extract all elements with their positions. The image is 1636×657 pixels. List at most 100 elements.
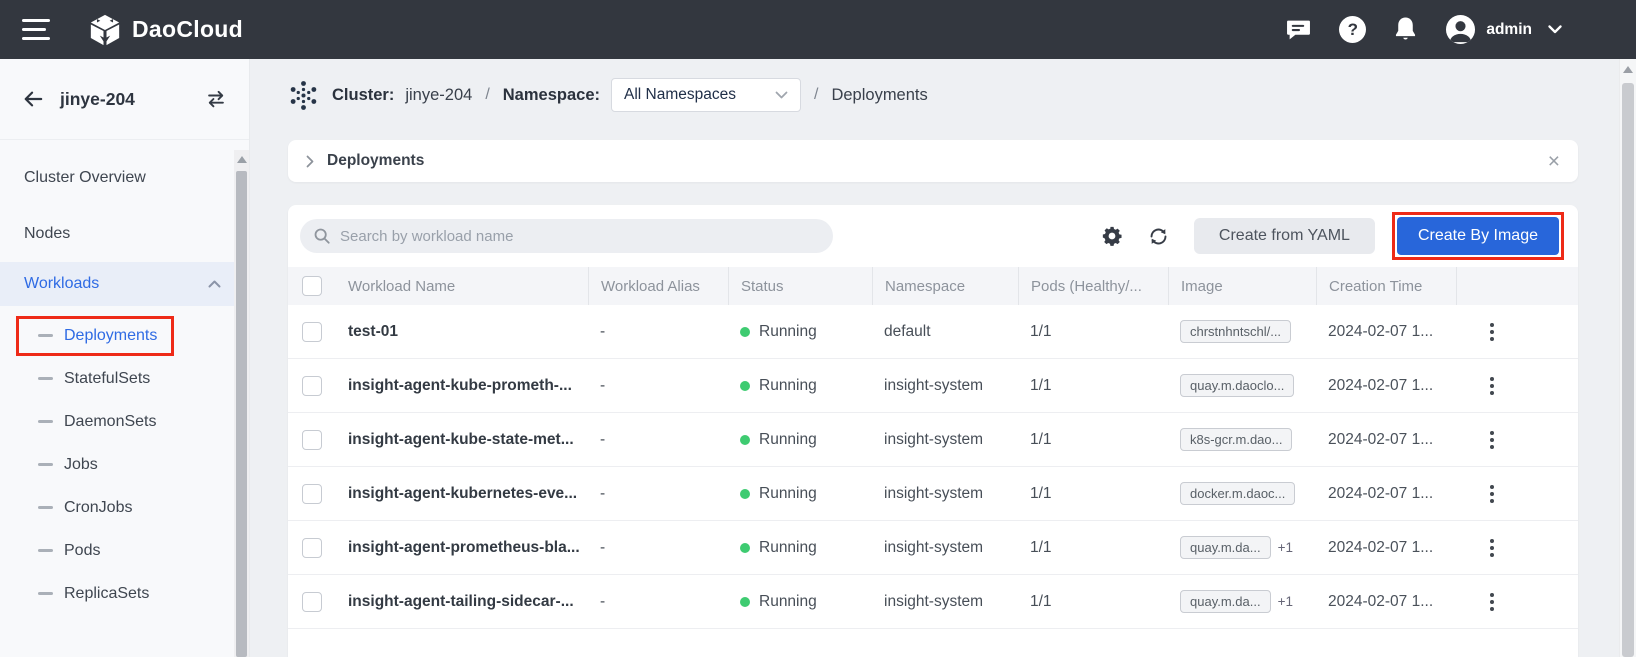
status-text: Running [759, 593, 817, 611]
namespace-select[interactable]: All Namespaces [611, 78, 801, 112]
sidebar-item-daemonsets[interactable]: DaemonSets [0, 400, 249, 443]
table-row: insight-agent-prometheus-bla... - Runnin… [288, 521, 1578, 575]
search-box[interactable] [300, 219, 833, 253]
sidebar-item-jobs[interactable]: Jobs [0, 443, 249, 486]
column-header-workload-name: Workload Name [336, 278, 588, 295]
sidebar-subitem-label: CronJobs [64, 499, 132, 517]
workload-name-link[interactable]: test-01 [348, 323, 398, 340]
scroll-up-arrow-icon[interactable] [237, 156, 247, 163]
sidebar-item-label: Nodes [24, 225, 70, 243]
settings-gear-icon[interactable] [1101, 225, 1123, 247]
sidebar-nav: Cluster Overview Nodes Workloads Deploym… [0, 140, 249, 615]
dash-icon [38, 506, 53, 509]
sidebar-item-cronjobs[interactable]: CronJobs [0, 486, 249, 529]
status-dot [740, 489, 750, 499]
page-scrollbar-thumb[interactable] [1622, 83, 1634, 657]
pods-value: 1/1 [1030, 593, 1052, 610]
messages-icon[interactable] [1285, 17, 1312, 42]
user-chevron-down-icon [1548, 25, 1562, 34]
workloads-card: Create from YAML Create By Image Workloa… [288, 205, 1578, 657]
status-text: Running [759, 431, 817, 449]
status-dot [740, 327, 750, 337]
column-header-image: Image [1168, 267, 1316, 305]
refresh-icon[interactable] [1148, 226, 1169, 247]
menu-icon[interactable] [22, 19, 50, 40]
avatar [1445, 14, 1476, 45]
dash-icon [38, 420, 53, 423]
dash-icon [38, 463, 53, 466]
table-row: test-01 - Running default 1/1 chrstnhnts… [288, 305, 1578, 359]
sidebar-item-pods[interactable]: Pods [0, 529, 249, 572]
workload-alias: - [600, 431, 605, 448]
namespace-value: insight-system [884, 377, 983, 394]
row-actions-kebab-icon[interactable] [1490, 323, 1494, 341]
creation-time: 2024-02-07 1... [1328, 377, 1433, 394]
user-menu[interactable]: admin [1445, 14, 1562, 45]
notifications-bell-icon[interactable] [1393, 16, 1418, 43]
select-all-checkbox[interactable] [302, 276, 322, 296]
sidebar-item-statefulsets[interactable]: StatefulSets [0, 357, 249, 400]
back-arrow-icon[interactable] [22, 89, 44, 109]
pods-value: 1/1 [1030, 323, 1052, 340]
workload-alias: - [600, 539, 605, 556]
workload-name-link[interactable]: insight-agent-tailing-sidecar-... [348, 593, 574, 610]
creation-time: 2024-02-07 1... [1328, 431, 1433, 448]
search-icon [313, 227, 331, 245]
breadcrumb-separator: / [812, 86, 820, 104]
table-row: insight-agent-kube-prometh-... - Running… [288, 359, 1578, 413]
sidebar-subitem-label: Deployments [64, 327, 157, 345]
create-by-image-button[interactable]: Create By Image [1397, 217, 1559, 255]
search-input[interactable] [340, 228, 820, 245]
image-chip: quay.m.da... [1180, 536, 1271, 559]
workload-name-link[interactable]: insight-agent-prometheus-bla... [348, 539, 580, 556]
sidebar-item-nodes[interactable]: Nodes [0, 206, 249, 262]
workload-name-link[interactable]: insight-agent-kubernetes-eve... [348, 485, 577, 502]
sidebar: jinye-204 Cluster Overview Nodes Workloa… [0, 59, 250, 657]
switch-cluster-icon[interactable] [205, 88, 227, 110]
row-checkbox[interactable] [302, 484, 322, 504]
sidebar-item-cluster-overview[interactable]: Cluster Overview [0, 150, 249, 206]
row-checkbox[interactable] [302, 376, 322, 396]
image-chip: chrstnhntschl/... [1180, 320, 1291, 343]
status-text: Running [759, 377, 817, 395]
image-chip: quay.m.daoclo... [1180, 374, 1294, 397]
row-checkbox[interactable] [302, 592, 322, 612]
row-checkbox[interactable] [302, 322, 322, 342]
workload-name-link[interactable]: insight-agent-kube-prometh-... [348, 377, 572, 394]
namespace-value: default [884, 323, 931, 340]
close-icon[interactable]: × [1548, 151, 1560, 172]
deployments-panel-bar[interactable]: Deployments × [288, 140, 1578, 182]
cluster-dots-icon [288, 80, 319, 111]
topbar-actions: ? admin [1285, 14, 1562, 45]
row-checkbox[interactable] [302, 538, 322, 558]
column-header-workload-alias: Workload Alias [588, 267, 728, 305]
sidebar-item-deployments[interactable]: Deployments [0, 314, 249, 357]
workload-name-link[interactable]: insight-agent-kube-state-met... [348, 431, 574, 448]
help-icon[interactable]: ? [1339, 16, 1366, 43]
row-actions-kebab-icon[interactable] [1490, 593, 1494, 611]
daocloud-cube-icon [88, 13, 122, 47]
sidebar-item-workloads[interactable]: Workloads [0, 262, 249, 306]
sidebar-item-replicasets[interactable]: ReplicaSets [0, 572, 249, 615]
dash-icon [38, 377, 53, 380]
row-actions-kebab-icon[interactable] [1490, 377, 1494, 395]
scroll-up-arrow-icon[interactable] [1623, 66, 1633, 73]
column-header-actions [1456, 267, 1578, 305]
row-actions-kebab-icon[interactable] [1490, 539, 1494, 557]
image-extra-count: +1 [1278, 594, 1293, 609]
namespace-value: insight-system [884, 593, 983, 610]
sidebar-scrollbar-thumb[interactable] [236, 171, 247, 657]
row-actions-kebab-icon[interactable] [1490, 431, 1494, 449]
brand-name: DaoCloud [132, 16, 243, 43]
sidebar-scrollbar[interactable] [234, 150, 249, 657]
cluster-value[interactable]: jinye-204 [405, 86, 472, 105]
row-checkbox[interactable] [302, 430, 322, 450]
creation-time: 2024-02-07 1... [1328, 323, 1433, 340]
image-extra-count: +1 [1278, 540, 1293, 555]
create-from-yaml-button[interactable]: Create from YAML [1194, 218, 1375, 254]
table-row: insight-agent-tailing-sidecar-... - Runn… [288, 575, 1578, 629]
page-scrollbar[interactable] [1619, 59, 1636, 657]
sidebar-item-label: Cluster Overview [24, 169, 146, 187]
row-actions-kebab-icon[interactable] [1490, 485, 1494, 503]
daocloud-logo[interactable]: DaoCloud [88, 13, 243, 47]
